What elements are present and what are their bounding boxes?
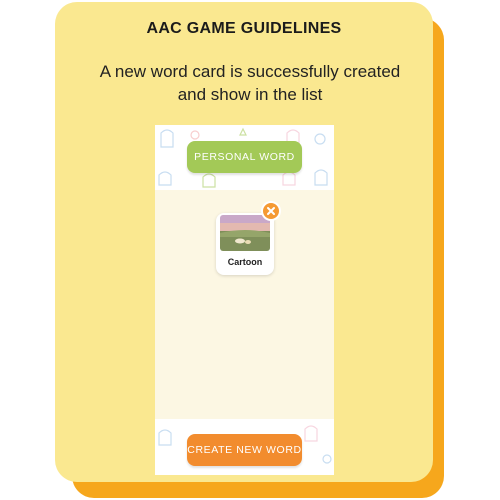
create-new-word-button[interactable]: CREATE NEW WORD [187, 434, 302, 466]
decorative-pattern-top: PERSONAL WORD [155, 125, 334, 190]
delete-word-button[interactable] [263, 203, 279, 219]
guideline-title: AAC GAME GUIDELINES [146, 20, 342, 37]
personal-word-button[interactable]: PERSONAL WORD [187, 141, 302, 173]
phone-screen: PERSONAL WORD Cartoon CREATE NEW WORD [155, 125, 334, 475]
word-card-image [220, 215, 270, 251]
close-icon [267, 207, 275, 215]
decorative-pattern-bottom: CREATE NEW WORD [155, 419, 334, 475]
guideline-description: A new word card is successfully created … [99, 62, 401, 104]
word-card-cartoon[interactable]: Cartoon [216, 213, 274, 275]
landscape-image-icon [220, 215, 270, 251]
word-card-label: Cartoon [227, 257, 263, 267]
